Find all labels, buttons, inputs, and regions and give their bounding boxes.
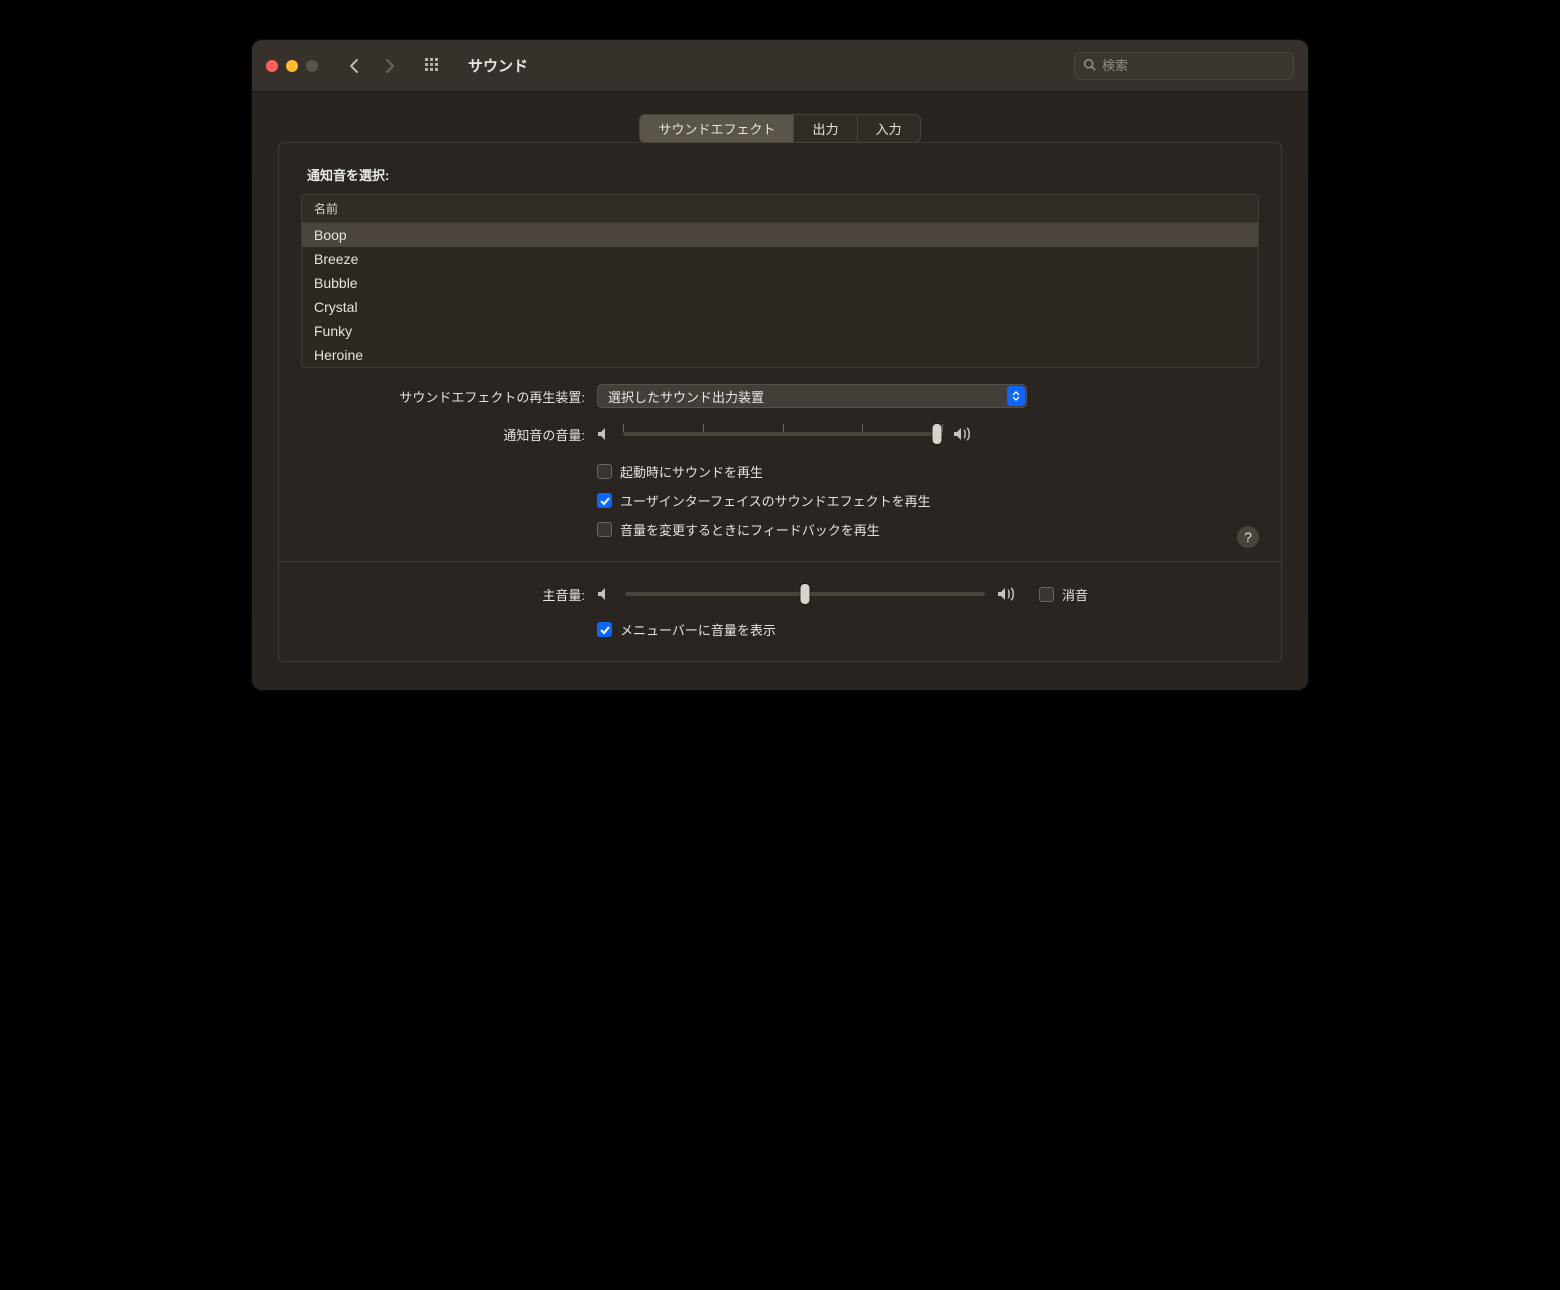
window-controls: [266, 60, 318, 72]
startup-sound-label: 起動時にサウンドを再生: [620, 462, 763, 481]
back-button[interactable]: [340, 52, 368, 80]
minimize-window-button[interactable]: [286, 60, 298, 72]
show-all-button[interactable]: [418, 54, 448, 78]
main-volume-label: 主音量:: [301, 585, 585, 604]
mute-checkbox[interactable]: [1039, 587, 1054, 602]
volume-low-icon: [597, 587, 613, 601]
list-item[interactable]: Boop: [302, 223, 1258, 247]
zoom-window-button[interactable]: [306, 60, 318, 72]
volume-high-icon: [997, 587, 1017, 601]
tab-input[interactable]: 入力: [858, 115, 920, 142]
volume-low-icon: [597, 427, 613, 441]
startup-sound-checkbox[interactable]: [597, 464, 612, 479]
menubar-volume-checkbox[interactable]: [597, 622, 612, 637]
list-column-name[interactable]: 名前: [302, 195, 1258, 223]
main-volume-slider[interactable]: [625, 584, 985, 604]
select-stepper-icon: [1007, 386, 1025, 406]
toolbar: サウンド: [252, 40, 1308, 92]
forward-button[interactable]: [376, 52, 404, 80]
content-area: サウンドエフェクト 出力 入力 通知音を選択: 名前 Boop Breeze B…: [252, 92, 1308, 690]
alert-volume-slider[interactable]: [623, 424, 943, 444]
volume-feedback-checkbox[interactable]: [597, 522, 612, 537]
search-icon: [1083, 58, 1096, 74]
window-title: サウンド: [464, 55, 1066, 76]
sound-effects-panel: 通知音を選択: 名前 Boop Breeze Bubble Crystal Fu…: [278, 142, 1282, 662]
ui-sound-label: ユーザインターフェイスのサウンドエフェクトを再生: [620, 491, 931, 510]
list-item[interactable]: Crystal: [302, 295, 1258, 319]
tab-bar: サウンドエフェクト 出力 入力: [639, 114, 920, 143]
play-through-select[interactable]: 選択したサウンド出力装置: [597, 384, 1027, 408]
tab-sound-effects[interactable]: サウンドエフェクト: [640, 115, 794, 142]
help-button[interactable]: ?: [1237, 526, 1259, 548]
list-item[interactable]: Heroine: [302, 343, 1258, 367]
list-item[interactable]: Breeze: [302, 247, 1258, 271]
volume-feedback-label: 音量を変更するときにフィードバックを再生: [620, 520, 880, 539]
alert-sound-list: 名前 Boop Breeze Bubble Crystal Funky Hero…: [301, 194, 1259, 368]
menubar-volume-label: メニューバーに音量を表示: [620, 620, 776, 639]
sound-preferences-window: サウンド サウンドエフェクト 出力 入力 通知音を選択: 名前 Boop Bre…: [252, 40, 1308, 690]
divider: [279, 561, 1281, 562]
list-item[interactable]: Funky: [302, 319, 1258, 343]
search-input[interactable]: [1102, 58, 1285, 73]
play-through-value: 選択したサウンド出力装置: [608, 387, 764, 406]
mute-label: 消音: [1062, 585, 1088, 604]
tab-output[interactable]: 出力: [794, 115, 857, 142]
play-through-label: サウンドエフェクトの再生装置:: [301, 387, 585, 406]
ui-sound-checkbox[interactable]: [597, 493, 612, 508]
alert-volume-label: 通知音の音量:: [301, 425, 585, 444]
close-window-button[interactable]: [266, 60, 278, 72]
volume-high-icon: [953, 427, 973, 441]
alert-sound-heading: 通知音を選択:: [307, 165, 1259, 184]
search-field-wrap[interactable]: [1074, 52, 1294, 80]
list-item[interactable]: Bubble: [302, 271, 1258, 295]
